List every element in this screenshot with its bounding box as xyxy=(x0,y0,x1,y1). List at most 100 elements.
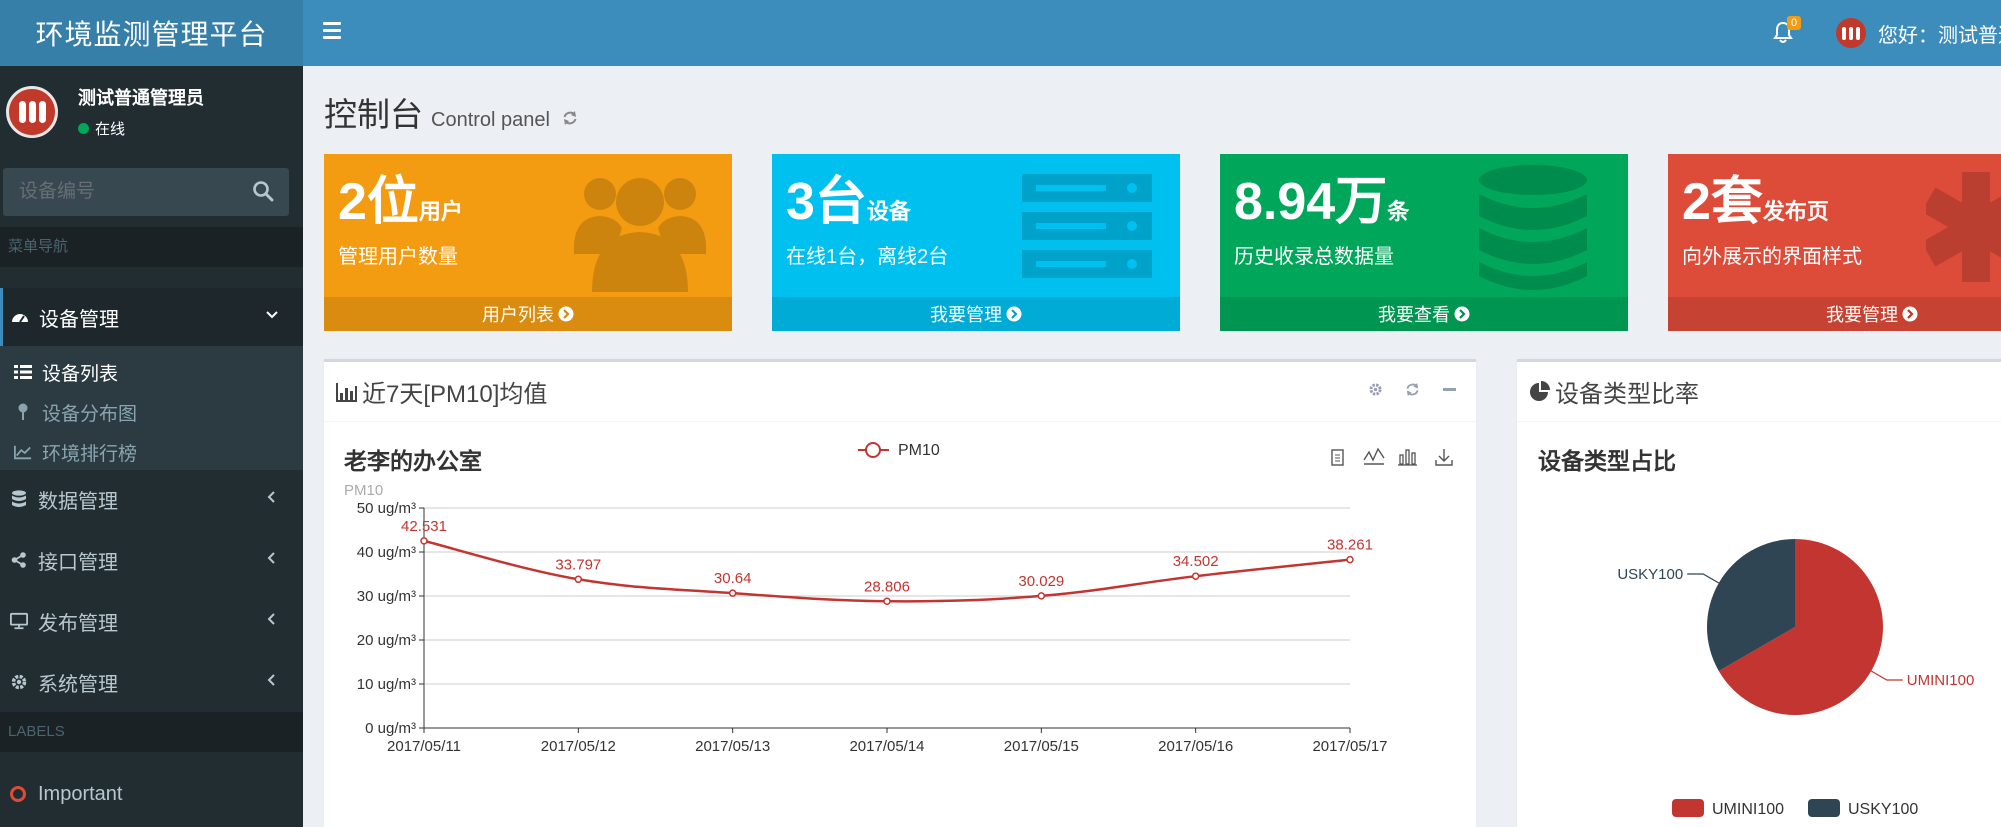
panel-header: 设备类型比率 xyxy=(1517,362,2001,422)
database-icon xyxy=(10,490,28,508)
gear-icon[interactable] xyxy=(1368,382,1383,397)
sidebar-item-data-management[interactable]: 数据管理 xyxy=(0,470,303,528)
line-chart-icon xyxy=(14,444,32,460)
devices-manage-link[interactable]: 我要管理 xyxy=(772,297,1180,331)
x-tick-label: 2017/05/16 xyxy=(1158,738,1233,755)
sidebar-item-device-management[interactable]: 设备管理 xyxy=(0,288,303,346)
sidebar-item-label: 设备列表 xyxy=(42,363,119,385)
refresh-icon[interactable] xyxy=(562,110,578,126)
search-icon[interactable] xyxy=(252,180,274,202)
save-image-icon[interactable] xyxy=(1435,449,1453,466)
data-point xyxy=(1191,572,1200,580)
sidebar-item-label: 数据管理 xyxy=(38,490,118,513)
user-name: 测试普通管理员 xyxy=(78,88,204,108)
legend-label: UMINI100 xyxy=(1712,801,1784,818)
data-label: 30.029 xyxy=(1018,573,1064,590)
sidebar-item-api-management[interactable]: 接口管理 xyxy=(0,531,303,589)
nav-section-header: 菜单导航 xyxy=(0,227,303,267)
data-label: 33.797 xyxy=(555,556,601,573)
data-view-icon[interactable] xyxy=(1331,449,1344,466)
x-tick-label: 2017/05/12 xyxy=(541,738,616,755)
gear-icon xyxy=(10,673,28,691)
panel-header: 近7天[PM10]均值 xyxy=(324,362,1476,422)
data-label: 28.806 xyxy=(864,578,910,595)
labels-section-header: LABELS xyxy=(0,712,303,752)
data-label: 34.502 xyxy=(1173,553,1219,570)
pie-label-line xyxy=(1870,670,1903,681)
desktop-icon xyxy=(10,612,28,630)
stat-description: 管理用户数量 xyxy=(338,246,458,268)
legend-label: PM10 xyxy=(898,442,940,459)
data-point xyxy=(1346,555,1354,564)
data-point xyxy=(420,537,428,545)
user-status: 在线 xyxy=(78,118,204,139)
toolbox xyxy=(1331,447,1453,466)
pie-slice-label: USKY100 xyxy=(1617,566,1683,583)
chevron-left-icon xyxy=(267,674,275,686)
stat-number: 2套发布页 xyxy=(1682,173,1829,231)
refresh-icon[interactable] xyxy=(1405,382,1420,397)
stat-number: 8.94万条 xyxy=(1234,173,1410,231)
arrow-circle-right-icon xyxy=(558,306,574,322)
data-label: 38.261 xyxy=(1327,537,1373,554)
sidebar-label-important[interactable]: Important xyxy=(10,774,122,814)
chart-legend[interactable]: PM10 xyxy=(858,442,940,459)
stat-box-history-data: 8.94万条 历史收录总数据量 我要查看 xyxy=(1220,154,1628,331)
pm10-line-chart: PM10 PM10 0 ug/m³ 10 ug/m³ 20 ug/m³ 30 ug/m… xyxy=(344,442,1453,755)
panel-tools xyxy=(1368,382,1457,397)
app-logo[interactable]: 环境监测管理平台 xyxy=(0,0,303,66)
circle-icon xyxy=(10,786,26,802)
sidebar-item-device-list[interactable]: 设备列表 xyxy=(14,352,118,392)
sidebar-item-label: 设备分布图 xyxy=(42,403,138,425)
x-tick-label: 2017/05/15 xyxy=(1004,738,1079,755)
data-point xyxy=(728,589,737,597)
arrow-circle-right-icon xyxy=(1006,306,1022,322)
publish-manage-link[interactable]: 我要管理 xyxy=(1668,297,2001,331)
panel-title: 设备类型比率 xyxy=(1555,381,1699,408)
pie-slice-label: UMINI100 xyxy=(1907,672,1975,689)
user-menu[interactable]: 您好：测试普通管理员 xyxy=(1836,16,2001,50)
chevron-left-icon xyxy=(267,491,275,503)
x-tick-label: 2017/05/13 xyxy=(695,738,770,755)
minus-icon[interactable] xyxy=(1442,382,1457,397)
avatar xyxy=(6,85,58,138)
notifications-button[interactable]: 0 xyxy=(1771,16,1802,48)
dashboard-icon xyxy=(11,308,29,326)
arrow-circle-right-icon xyxy=(1902,306,1918,322)
sidebar-search xyxy=(3,168,289,216)
y-tick-label: 50 ug/m³ xyxy=(357,500,416,517)
users-list-link[interactable]: 用户列表 xyxy=(324,297,732,331)
sidebar-item-ranking[interactable]: 环境排行榜 xyxy=(14,432,137,472)
map-pin-icon xyxy=(14,403,32,421)
sidebar-item-label: 设备管理 xyxy=(39,308,119,331)
pie-label-line xyxy=(1687,573,1720,584)
panel-title: 近7天[PM10]均值 xyxy=(362,381,548,408)
share-icon xyxy=(10,551,28,569)
x-tick-label: 2017/05/17 xyxy=(1312,738,1387,755)
stat-box-publish-pages: 2套发布页 向外展示的界面样式 我要管理 xyxy=(1668,154,2001,331)
line-switch-icon[interactable] xyxy=(1363,447,1385,465)
users-icon xyxy=(574,178,706,292)
legend-label: USKY100 xyxy=(1848,801,1918,818)
sidebar-item-device-map[interactable]: 设备分布图 xyxy=(14,392,137,432)
sidebar-item-label: 环境排行榜 xyxy=(42,443,138,465)
device-type-pie-chart: UMINI100 USKY100 UMINI100 USKY100 xyxy=(1617,539,1975,818)
sidebar-toggle-icon[interactable] xyxy=(323,18,347,48)
y-tick-label: 30 ug/m³ xyxy=(357,588,416,605)
label-text: Important xyxy=(38,782,123,805)
search-input[interactable] xyxy=(3,168,243,216)
bar-switch-icon[interactable] xyxy=(1398,449,1417,466)
history-view-link[interactable]: 我要查看 xyxy=(1220,297,1628,331)
sidebar-item-label: 系统管理 xyxy=(38,673,118,696)
sidebar-item-system-management[interactable]: 系统管理 xyxy=(0,653,303,711)
pm10-panel: 近7天[PM10]均值 老李的办公室 PM10 PM10 0 ug/m³ 10 u… xyxy=(324,359,1476,827)
sidebar-item-publish-management[interactable]: 发布管理 xyxy=(0,592,303,650)
online-dot-icon xyxy=(78,123,89,134)
server-icon xyxy=(1022,174,1152,278)
y-tick-label: 40 ug/m³ xyxy=(357,544,416,561)
device-type-panel: 设备类型比率 设备类型占比 UMINI100 USKY100 UMINI100 US… xyxy=(1517,359,2001,827)
y-tick-label: 10 ug/m³ xyxy=(357,676,416,693)
page-header: 控制台 Control panel xyxy=(324,88,578,136)
chevron-left-icon xyxy=(267,552,275,564)
pie-chart-icon xyxy=(1530,380,1550,401)
